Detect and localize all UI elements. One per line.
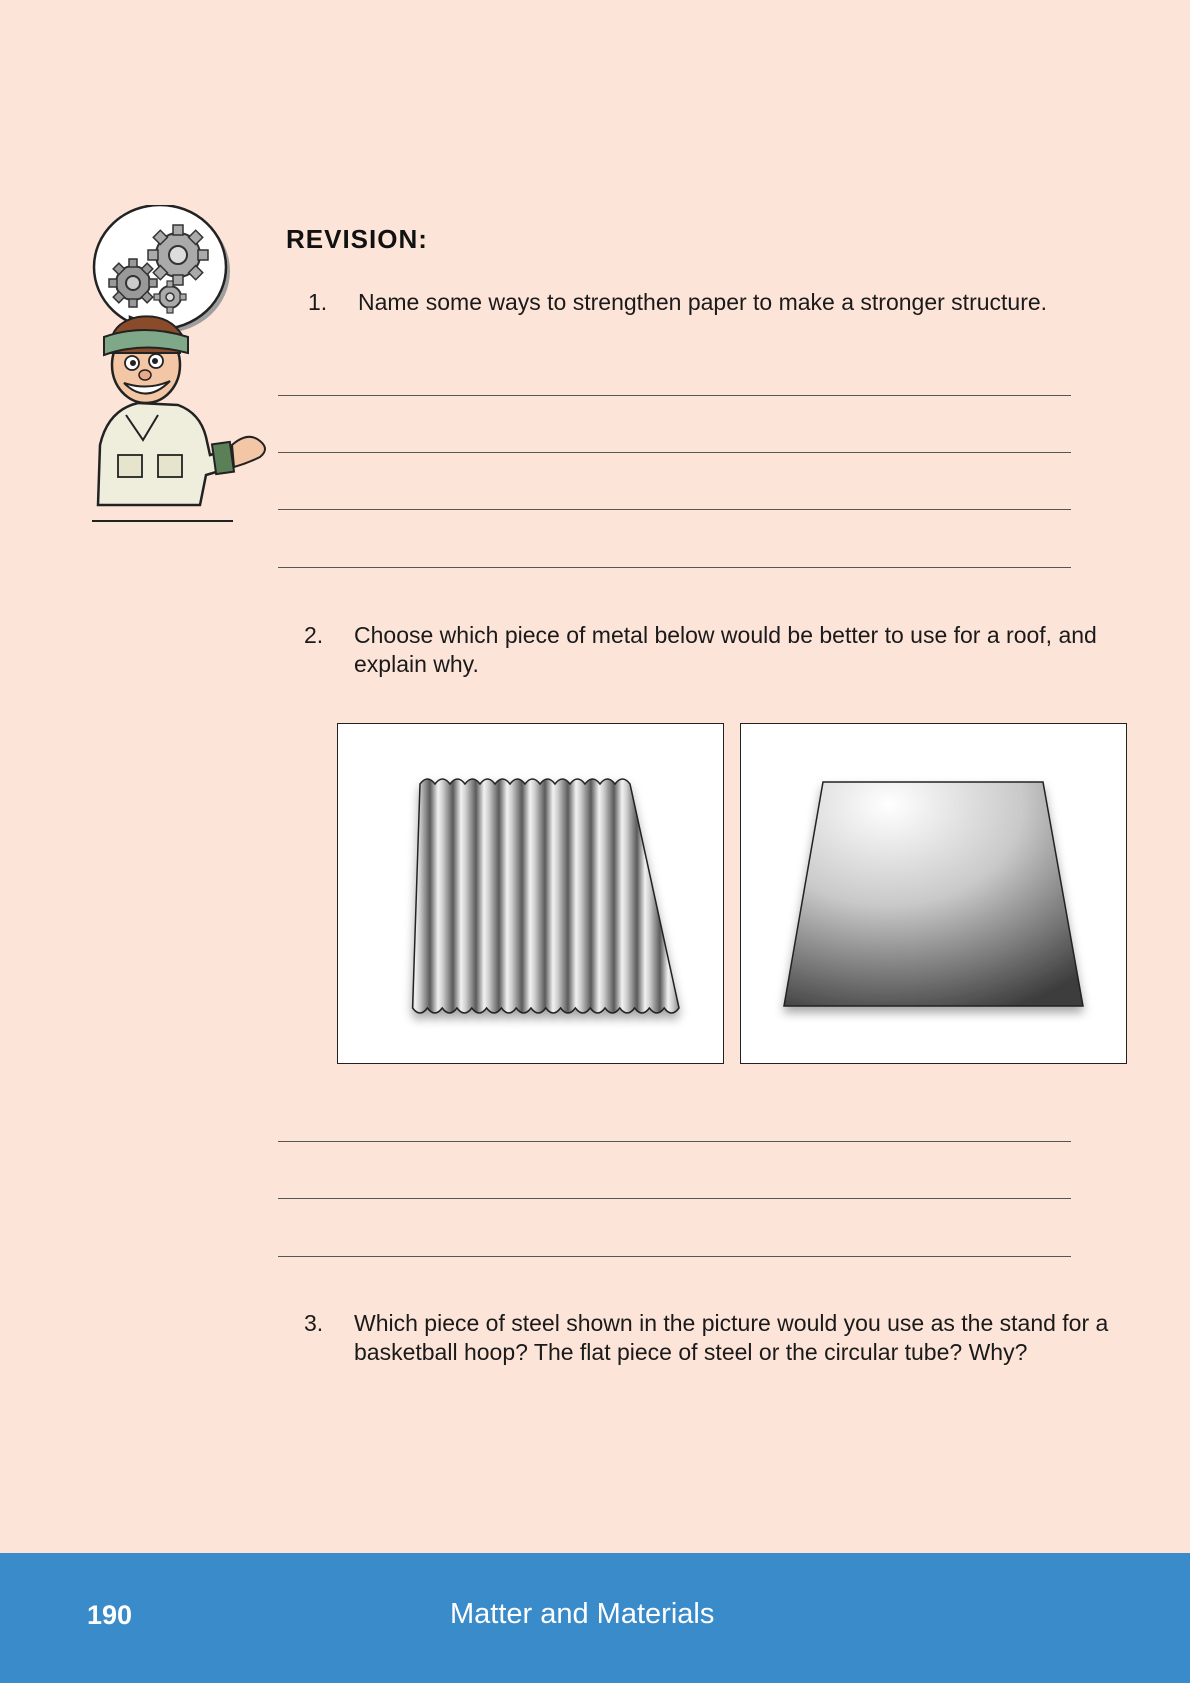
- answer-line[interactable]: [278, 395, 1071, 396]
- question-number: 1.: [308, 289, 328, 315]
- corrugated-metal-sheet: [411, 778, 680, 1014]
- answer-line[interactable]: [278, 1256, 1071, 1257]
- answer-line[interactable]: [278, 1198, 1071, 1199]
- corrugated-metal-image: [337, 723, 724, 1064]
- flat-metal-image: [740, 723, 1127, 1064]
- answer-line[interactable]: [278, 567, 1071, 568]
- answer-line[interactable]: [278, 452, 1071, 453]
- question-text: Name some ways to strengthen paper to ma…: [358, 289, 1048, 315]
- footer-title: Matter and Materials: [450, 1598, 715, 1630]
- question-text: Which piece of steel shown in the pictur…: [354, 1310, 1109, 1365]
- question-2: 2. Choose which piece of metal below wou…: [304, 621, 1118, 681]
- question-3: 3. Which piece of steel shown in the pic…: [304, 1309, 1118, 1399]
- flat-metal-sheet: [783, 781, 1084, 1007]
- question-number: 2.: [304, 622, 324, 648]
- page-number: 190: [87, 1600, 133, 1630]
- question-text: Choose which piece of metal below would …: [354, 622, 1097, 677]
- question-1: 1. Name some ways to strengthen paper to…: [308, 288, 1118, 348]
- question-number: 3.: [304, 1310, 324, 1336]
- answer-line[interactable]: [278, 509, 1071, 510]
- mascot-character: [92, 205, 266, 522]
- section-heading: REVISION:: [286, 224, 428, 254]
- answer-line[interactable]: [278, 1141, 1071, 1142]
